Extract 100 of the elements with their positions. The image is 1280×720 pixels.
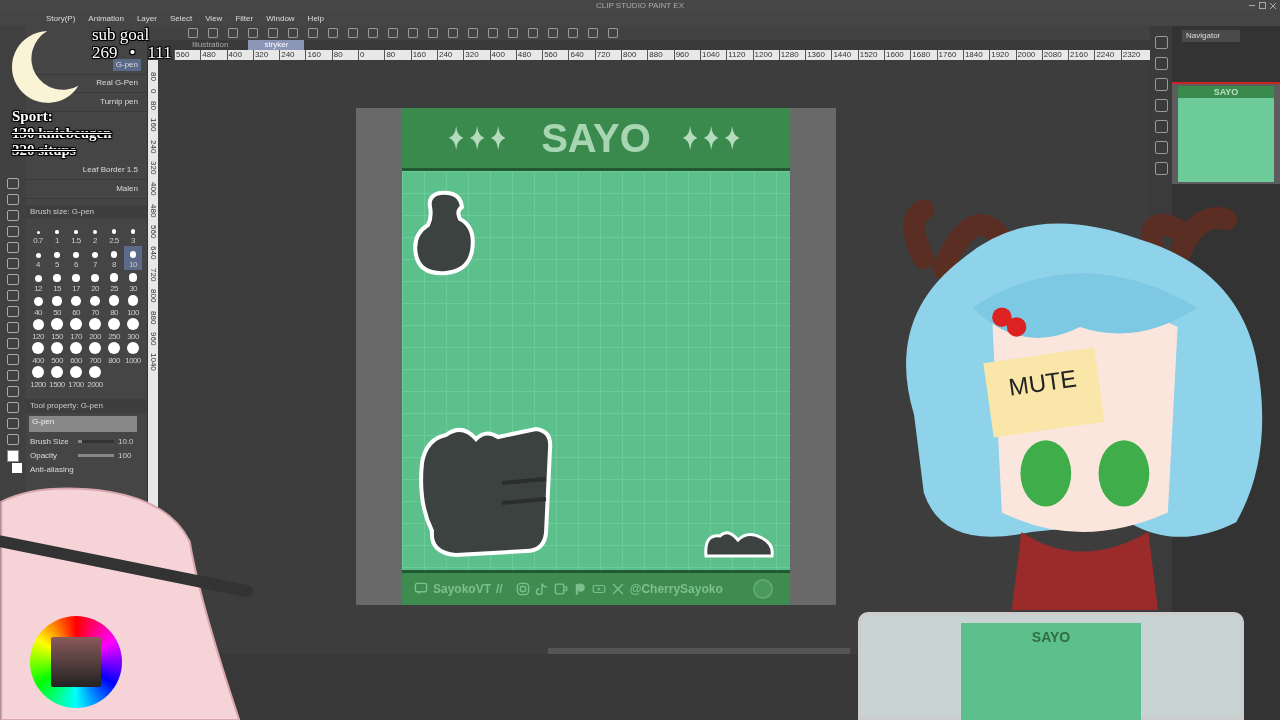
brush-item[interactable]: Turnip pen — [97, 95, 141, 108]
brush-size-option[interactable]: 3 — [124, 221, 142, 246]
tool-icon[interactable] — [7, 274, 19, 285]
brush-size-option[interactable]: 700 — [86, 341, 104, 366]
menu-item[interactable]: View — [205, 14, 223, 23]
brush-size-option[interactable]: 1.5 — [67, 221, 85, 246]
panel-icon[interactable] — [1154, 141, 1168, 154]
play-icon — [591, 582, 606, 596]
menu-item[interactable]: Animation — [88, 14, 124, 23]
menu-item[interactable]: Layer — [136, 14, 157, 23]
tool-icon[interactable] — [7, 338, 19, 349]
brush-size-option[interactable]: 1 — [48, 221, 66, 246]
panel-icon[interactable] — [1154, 36, 1168, 49]
brush-size-option[interactable]: 2.5 — [105, 221, 123, 246]
tool-icon[interactable] — [7, 258, 19, 269]
menu-item[interactable]: Window — [266, 14, 295, 23]
sport-goal: 130 kniebeugen — [12, 125, 112, 142]
property-value[interactable]: 100 — [118, 451, 132, 460]
main-color-swatch[interactable] — [7, 450, 19, 462]
property-label: Opacity — [30, 451, 59, 460]
panel-header: Brush size: G-pen — [26, 204, 147, 219]
brush-size-option[interactable]: 2000 — [86, 365, 104, 390]
panel-icon[interactable] — [1154, 78, 1168, 91]
brush-size-option[interactable]: 400 — [29, 341, 47, 366]
panel-icon[interactable] — [1154, 57, 1168, 70]
tool-icon[interactable] — [7, 210, 19, 221]
brush-size-option[interactable]: 100 — [124, 293, 142, 318]
brush-size-option[interactable]: 200 — [86, 317, 104, 342]
brush-size-option[interactable]: 120 — [29, 317, 47, 342]
brush-size-option[interactable]: 500 — [48, 341, 66, 366]
panel-icon[interactable] — [1154, 120, 1168, 133]
panel-icon[interactable] — [1154, 99, 1168, 112]
window-title: CLIP STUDIO PAINT EX — [596, 0, 684, 11]
tool-icon[interactable] — [7, 434, 19, 445]
note-text: MUTE — [1007, 364, 1079, 402]
panel-header: Tool property: G-pen — [26, 398, 147, 413]
artwork-title: SAYO — [541, 115, 651, 161]
tool-icon[interactable] — [7, 402, 19, 413]
music-note-icon — [534, 582, 549, 596]
tool-icon[interactable] — [7, 354, 19, 365]
brush-size-option[interactable]: 60 — [67, 293, 85, 318]
brush-size-option[interactable]: 1000 — [124, 341, 142, 366]
brush-item[interactable]: Malen — [113, 182, 141, 195]
tool-icon[interactable] — [7, 194, 19, 205]
menu-item[interactable]: Filter — [235, 14, 254, 23]
panel-tab[interactable]: Navigator — [1182, 30, 1240, 42]
brush-size-option[interactable]: 12 — [29, 269, 47, 294]
brush-item[interactable]: Leaf Border 1.5 — [79, 164, 141, 177]
tool-icon[interactable] — [7, 306, 19, 317]
goal-label: sub goal — [92, 26, 151, 44]
brush-size-option[interactable]: 0.7 — [29, 221, 47, 246]
brush-size-option[interactable]: 600 — [67, 341, 85, 366]
tool-icon[interactable] — [7, 178, 19, 189]
brush-size-option[interactable]: 70 — [86, 293, 104, 318]
brush-item[interactable]: Real G-Pen — [93, 77, 141, 90]
tool-icon[interactable] — [7, 418, 19, 429]
maximize-icon[interactable] — [1259, 2, 1266, 9]
sub-color-swatch[interactable] — [12, 463, 22, 473]
brush-size-option[interactable]: 80 — [105, 293, 123, 318]
brush-size-option[interactable]: 1500 — [48, 365, 66, 390]
brush-size-option[interactable]: 1700 — [67, 365, 85, 390]
menu-item[interactable]: Select — [169, 14, 193, 23]
close-icon[interactable] — [1270, 2, 1276, 9]
horizontal-scrollbar[interactable] — [548, 648, 850, 654]
brush-item[interactable]: G-pen — [112, 58, 141, 71]
tool-icon[interactable] — [7, 370, 19, 381]
brush-size-option[interactable]: 15 — [48, 269, 66, 294]
tool-icon[interactable] — [7, 290, 19, 301]
brush-size-option[interactable]: 800 — [105, 341, 123, 366]
document-tab[interactable]: Illustration — [176, 40, 245, 50]
brush-size-option[interactable]: 1200 — [29, 365, 47, 390]
tool-icon[interactable] — [7, 322, 19, 333]
brush-preset[interactable]: G-pen — [29, 415, 137, 432]
brush-size-option[interactable]: 5 — [48, 245, 66, 270]
brush-size-option[interactable]: 2 — [86, 221, 104, 246]
tool-icon[interactable] — [7, 386, 19, 397]
brush-size-option[interactable]: 150 — [48, 317, 66, 342]
brush-size-option[interactable]: 7 — [86, 245, 104, 270]
menu-item[interactable]: Help — [307, 14, 325, 23]
property-slider[interactable] — [78, 454, 114, 457]
brush-size-option[interactable]: 30 — [124, 269, 142, 294]
brush-size-option[interactable]: 17 — [67, 269, 85, 294]
brush-size-option[interactable]: 250 — [105, 317, 123, 342]
brush-size-option[interactable]: 20 — [86, 269, 104, 294]
menu-item[interactable]: Story(P) — [46, 14, 76, 23]
brush-size-option[interactable]: 4 — [29, 245, 47, 270]
panel-icon[interactable] — [1154, 162, 1168, 175]
property-value[interactable]: 10.0 — [118, 437, 134, 446]
brush-size-option[interactable]: 40 — [29, 293, 47, 318]
brush-size-option[interactable]: 50 — [48, 293, 66, 318]
brush-size-option[interactable]: 8 — [105, 245, 123, 270]
brush-size-option[interactable]: 300 — [124, 317, 142, 342]
brush-size-option[interactable]: 10 — [124, 245, 142, 270]
tool-icon[interactable] — [7, 242, 19, 253]
camera-icon — [515, 582, 530, 596]
brush-size-option[interactable]: 6 — [67, 245, 85, 270]
brush-size-option[interactable]: 25 — [105, 269, 123, 294]
chat-icon — [414, 582, 428, 596]
tool-icon[interactable] — [7, 226, 19, 237]
brush-size-option[interactable]: 170 — [67, 317, 85, 342]
